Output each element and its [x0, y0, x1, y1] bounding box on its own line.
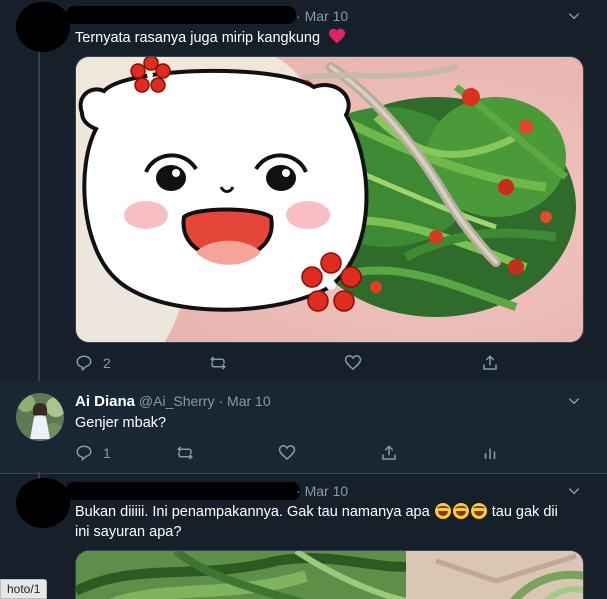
heart-outline-icon [278, 445, 296, 460]
tweet-actions: 1 [75, 443, 505, 463]
rolling-laugh-emoji-icon [470, 503, 487, 519]
status-link-text: hoto/1 [7, 582, 41, 596]
avatar[interactable] [16, 393, 64, 441]
heart-icon [329, 28, 346, 44]
avatar-redacted[interactable] [16, 2, 70, 52]
heart-outline-icon [344, 355, 362, 370]
rolling-laugh-emoji-icon [452, 503, 469, 519]
reply-button[interactable]: 1 [75, 443, 111, 463]
share-button[interactable] [481, 353, 499, 373]
date-separator: · [296, 483, 305, 499]
tweet-text-content: Ternyata rasanya juga mirip kangkung [75, 30, 321, 46]
tweet-1[interactable]: · Mar 10 Ternyata rasanya juga mirip kan… [0, 0, 607, 381]
display-name[interactable]: Ai Diana [75, 393, 135, 410]
share-button[interactable] [380, 443, 398, 463]
tweet-text-part: tau gak dii [491, 504, 558, 520]
analytics-icon [484, 448, 496, 459]
retweet-icon [210, 356, 226, 370]
tweet-photo[interactable] [75, 56, 584, 343]
rolling-laugh-emoji-icon [434, 503, 451, 519]
user-handle[interactable]: @Ai_Sherry [139, 393, 215, 409]
chevron-down-icon [568, 398, 580, 405]
analytics-button[interactable] [481, 443, 499, 463]
like-button[interactable] [278, 443, 296, 463]
tweet-text-line-2: ini sayuran apa? [75, 524, 182, 540]
avatar-redacted[interactable] [16, 478, 70, 528]
tweet-3[interactable]: · Mar 10 Bukan diiiii. Ini penampakannya… [0, 472, 607, 599]
browser-status-link: hoto/1 [0, 579, 48, 599]
share-icon [483, 355, 497, 370]
chevron-down-icon [568, 13, 580, 20]
more-options-button[interactable] [567, 484, 581, 498]
tweet-photo[interactable] [75, 550, 584, 599]
reply-icon [76, 445, 92, 462]
tweet-header: Ai Diana @Ai_Sherry · Mar 10 [75, 393, 271, 410]
like-button[interactable] [344, 353, 362, 373]
name-redaction [66, 6, 296, 24]
vegetable-photo-image [76, 551, 583, 599]
more-options-button[interactable] [567, 9, 581, 23]
tweet-date[interactable]: · Mar 10 [296, 8, 348, 24]
share-icon [382, 445, 396, 460]
tweet-text-content: Genjer mbak? [75, 415, 167, 431]
avatar-image [16, 393, 64, 441]
chevron-down-icon [568, 488, 580, 495]
retweet-button[interactable] [209, 353, 227, 373]
tweet-text: Bukan diiiii. Ini penampakannya. Gak tau… [75, 502, 585, 542]
tweet-actions: 2 [75, 353, 505, 373]
tweet-text-line-1: Bukan diiiii. Ini penampakannya. Gak tau… [75, 502, 585, 522]
tweet-2[interactable]: Ai Diana @Ai_Sherry · Mar 10 Genjer mbak… [0, 381, 607, 474]
date-text: Mar 10 [304, 483, 349, 499]
tweet-text: Genjer mbak? [75, 413, 585, 433]
reply-count: 2 [103, 355, 111, 371]
retweet-button[interactable] [176, 443, 194, 463]
date-text: Mar 10 [304, 8, 349, 24]
reply-count: 1 [103, 445, 111, 461]
food-photo-image [76, 57, 583, 342]
tweet-date[interactable]: · Mar 10 [296, 483, 348, 499]
more-options-button[interactable] [567, 394, 581, 408]
name-redaction [66, 482, 300, 500]
date-separator: · [218, 393, 224, 409]
reply-icon [76, 355, 92, 372]
reply-button[interactable]: 2 [75, 353, 111, 373]
date-separator: · [296, 8, 305, 24]
tweet-date[interactable]: Mar 10 [227, 393, 271, 409]
tweet-text-part: Bukan diiiii. Ini penampakannya. Gak tau… [75, 504, 430, 520]
retweet-icon [177, 446, 193, 460]
thread-line [38, 52, 40, 381]
tweet-text: Ternyata rasanya juga mirip kangkung [75, 28, 585, 48]
